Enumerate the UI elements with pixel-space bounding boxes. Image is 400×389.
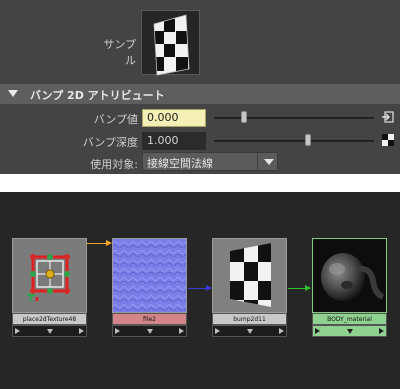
bump-depth-slider-handle[interactable]	[305, 134, 311, 146]
sample-swatch	[141, 10, 200, 76]
section-title: バンプ 2D アトリビュート	[30, 89, 165, 102]
node-file2[interactable]: file2	[112, 238, 187, 339]
node-place2dtexture[interactable]: place2dTexture48	[12, 238, 87, 339]
output-port-icon[interactable]	[79, 328, 84, 334]
input-port-icon[interactable]	[115, 328, 120, 334]
node-body-material[interactable]: BODY_material	[312, 238, 387, 339]
bump-value-label: バンプ値	[93, 113, 138, 126]
checker-bump-icon	[230, 243, 271, 307]
bump-value-slider[interactable]	[214, 117, 374, 119]
dropdown-divider	[257, 153, 258, 170]
input-port-icon[interactable]	[315, 328, 320, 334]
node-name-label[interactable]: BODY_material	[312, 313, 387, 325]
collapse-arrow-icon[interactable]	[8, 90, 18, 97]
expand-node-icon[interactable]	[347, 329, 353, 334]
node-port-controls	[112, 325, 187, 337]
use-as-dropdown[interactable]: 接線空間法線	[142, 152, 278, 171]
bump-value-slider-handle[interactable]	[241, 111, 247, 123]
node-thumbnail[interactable]	[212, 238, 287, 313]
checker-map-icon[interactable]	[382, 134, 394, 146]
node-thumbnail[interactable]	[12, 238, 87, 313]
bump-depth-slider[interactable]	[214, 140, 374, 142]
normal-map-texture	[113, 239, 186, 312]
bump-depth-field[interactable]: 1.000	[142, 132, 206, 150]
checker-sample-icon	[153, 14, 190, 76]
output-port-icon[interactable]	[279, 328, 284, 334]
node-port-controls	[312, 325, 387, 337]
input-port-icon[interactable]	[15, 328, 20, 334]
expand-node-icon[interactable]	[247, 329, 253, 334]
node-port-controls	[12, 325, 87, 337]
output-port-icon[interactable]	[179, 328, 184, 334]
bump-value-field[interactable]: 0.000	[142, 109, 206, 127]
output-port-icon[interactable]	[379, 328, 384, 334]
sample-label: サンプル	[103, 38, 136, 67]
chevron-down-icon[interactable]	[264, 159, 274, 165]
place2d-texture-gizmo-icon	[27, 254, 70, 301]
node-thumbnail[interactable]	[112, 238, 187, 313]
wire-arrow-icon	[305, 285, 311, 291]
node-port-controls	[212, 325, 287, 337]
app-root: サンプル バンプ 2D アトリビュート バンプ値 0.000 バンプ深度 1.0…	[0, 0, 400, 389]
uv-connection-wire[interactable]	[87, 243, 108, 244]
node-name-label[interactable]: file2	[112, 313, 187, 325]
node-name-label[interactable]: place2dTexture48	[12, 313, 87, 325]
expand-node-icon[interactable]	[47, 329, 53, 334]
input-port-icon[interactable]	[215, 328, 220, 334]
attribute-editor-panel: サンプル バンプ 2D アトリビュート バンプ値 0.000 バンプ深度 1.0…	[0, 0, 400, 174]
node-thumbnail[interactable]	[312, 238, 387, 313]
node-bump2d11[interactable]: bump2d11	[212, 238, 287, 339]
expand-node-icon[interactable]	[147, 329, 153, 334]
use-as-selected: 接線空間法線	[147, 157, 213, 170]
use-as-label: 使用対象:	[90, 158, 138, 171]
material-preview	[321, 253, 385, 301]
map-input-icon[interactable]	[382, 111, 394, 123]
bump-depth-label: バンプ深度	[82, 136, 138, 149]
bump-2d-attributes-section[interactable]: バンプ 2D アトリビュート	[0, 84, 400, 104]
node-name-label[interactable]: bump2d11	[212, 313, 287, 325]
